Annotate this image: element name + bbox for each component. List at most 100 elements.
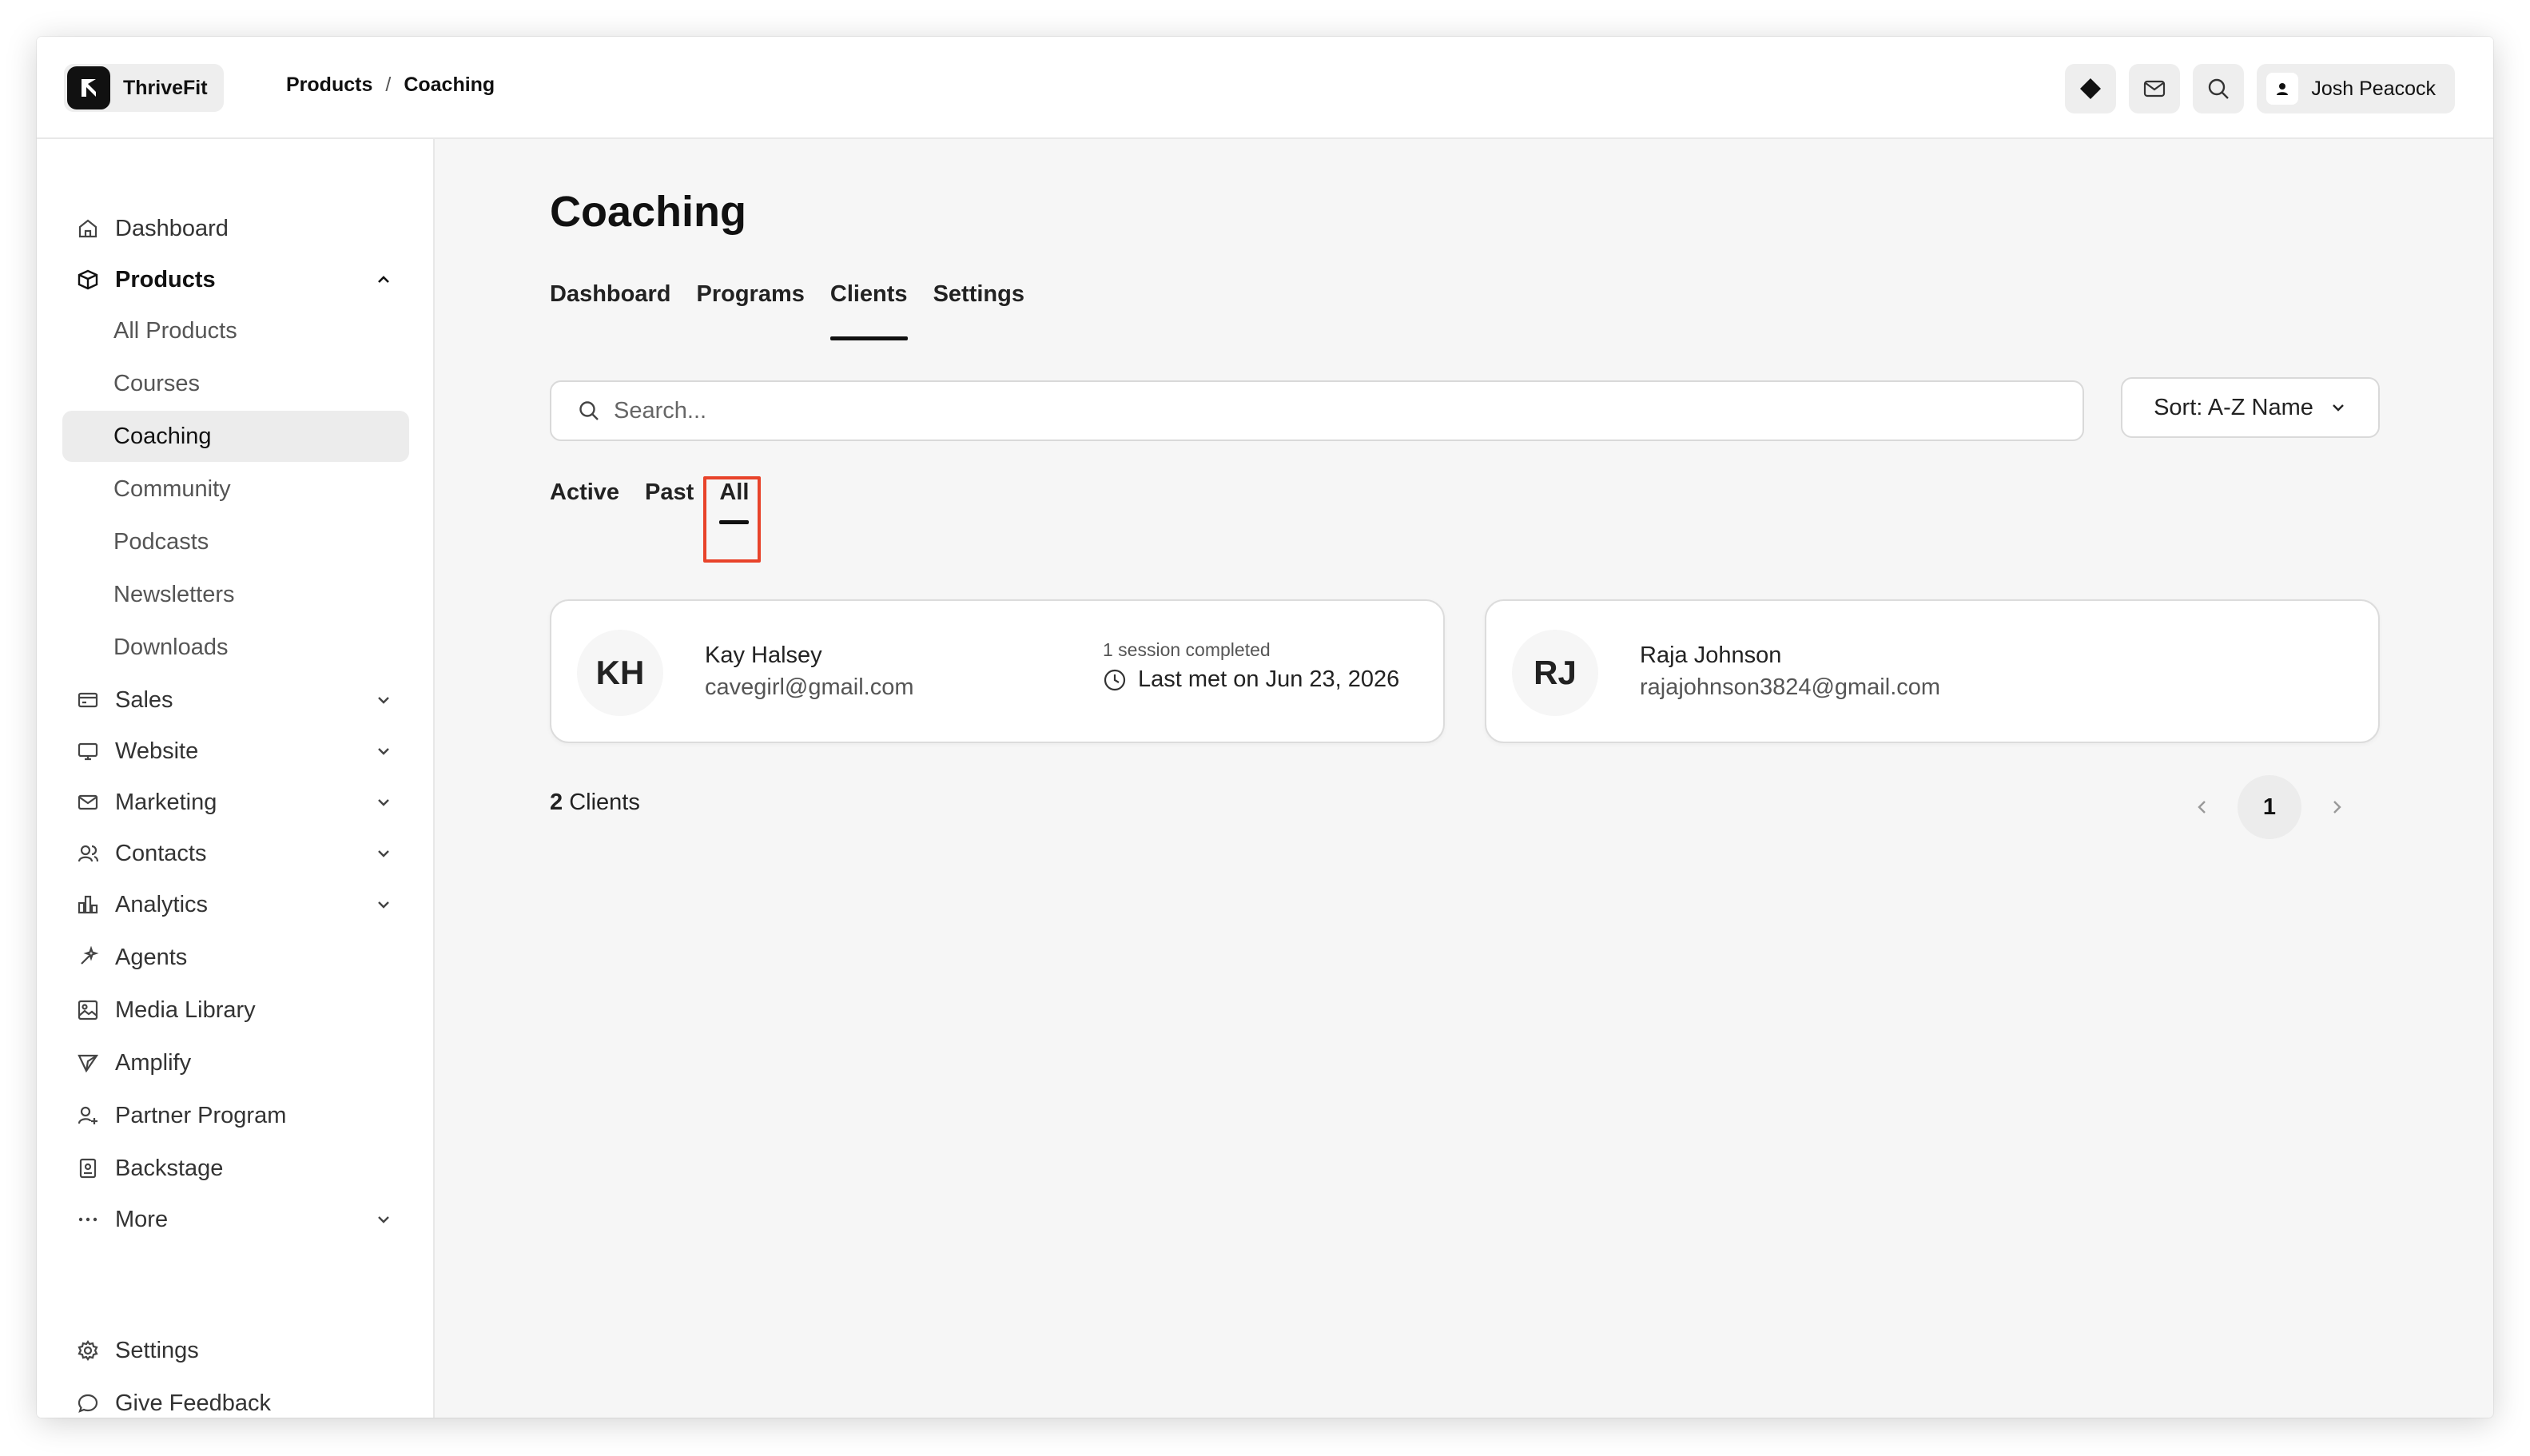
sidebar-item-label: More xyxy=(115,1206,169,1232)
sidebar-item-label: Give Feedback xyxy=(115,1390,272,1416)
client-email: rajajohnson3824@gmail.com xyxy=(1640,674,1941,700)
sidebar-item-settings[interactable]: Settings xyxy=(62,1327,409,1374)
top-bar: ThriveFit Products / Coaching Josh Peaco… xyxy=(37,37,2493,139)
client-card[interactable]: KH Kay Halsey cavegirl@gmail.com 1 sessi… xyxy=(550,599,1445,743)
filter-active[interactable]: Active xyxy=(550,479,619,535)
sidebar-item-sales[interactable]: Sales xyxy=(62,676,409,724)
chevron-down-icon xyxy=(2333,404,2344,412)
sort-dropdown[interactable]: Sort: A-Z Name xyxy=(2121,377,2380,438)
inbox-button[interactable] xyxy=(2129,64,2181,113)
chevron-down-icon xyxy=(371,1207,396,1232)
sidebar-sub-all-products[interactable]: All Products xyxy=(62,305,409,356)
client-name: Raja Johnson xyxy=(1640,642,1782,668)
chevron-down-icon xyxy=(371,687,396,713)
session-count: 1 session completed xyxy=(1103,639,1271,660)
client-name: Kay Halsey xyxy=(705,642,822,668)
credit-card-icon xyxy=(75,687,101,713)
sidebar-item-backstage[interactable]: Backstage xyxy=(62,1144,409,1192)
sidebar-item-contacts[interactable]: Contacts xyxy=(62,829,409,877)
sidebar-sub-newsletters[interactable]: Newsletters xyxy=(62,569,409,620)
sidebar-item-media-library[interactable]: Media Library xyxy=(62,986,409,1034)
page-number-button[interactable]: 1 xyxy=(2238,775,2301,839)
search-icon xyxy=(579,401,599,420)
diamond-icon xyxy=(2080,78,2102,99)
sidebar-sub-courses[interactable]: Courses xyxy=(62,358,409,409)
sidebar-sub-podcasts[interactable]: Podcasts xyxy=(62,516,409,567)
sidebar-item-products[interactable]: Products xyxy=(62,256,409,304)
logo-icon xyxy=(67,66,110,109)
highlight-box xyxy=(703,476,761,563)
tab-dashboard[interactable]: Dashboard xyxy=(550,281,670,340)
pagination: 1 xyxy=(2186,775,2353,839)
sidebar-item-label: Amplify xyxy=(115,1049,192,1076)
brand-switcher[interactable]: ThriveFit xyxy=(64,64,224,112)
tab-programs[interactable]: Programs xyxy=(696,281,804,340)
next-page-button[interactable] xyxy=(2321,791,2353,823)
client-card[interactable]: RJ Raja Johnson rajajohnson3824@gmail.co… xyxy=(1485,599,2380,743)
top-actions: Josh Peacock xyxy=(2065,64,2455,113)
sidebar-item-label: Backstage xyxy=(115,1155,224,1181)
search-input[interactable] xyxy=(614,397,1972,424)
sidebar-sub-community[interactable]: Community xyxy=(62,463,409,515)
brand-name: ThriveFit xyxy=(123,76,208,99)
app-window: ThriveFit Products / Coaching Josh Peaco… xyxy=(37,37,2493,1418)
chevron-down-icon xyxy=(371,738,396,764)
clock-icon xyxy=(1104,669,1126,690)
sidebar-item-label: Media Library xyxy=(115,997,256,1023)
sidebar-item-website[interactable]: Website xyxy=(62,727,409,775)
sort-label: Sort: A-Z Name xyxy=(2154,394,2313,420)
monitor-icon xyxy=(75,738,101,764)
mail-icon xyxy=(2144,80,2166,97)
prev-page-button[interactable] xyxy=(2186,791,2218,823)
sidebar-item-agents[interactable]: Agents xyxy=(62,933,409,981)
sidebar-item-more[interactable]: More xyxy=(62,1195,409,1243)
box-icon xyxy=(75,267,101,292)
sidebar-item-label: Dashboard xyxy=(115,215,229,241)
breadcrumb-products[interactable]: Products xyxy=(286,74,372,97)
avatar: RJ xyxy=(1512,630,1598,716)
sidebar-item-label: Marketing xyxy=(115,789,217,815)
tab-clients[interactable]: Clients xyxy=(829,281,908,340)
sidebar-item-label: Contacts xyxy=(115,840,207,866)
sidebar-item-marketing[interactable]: Marketing xyxy=(62,778,409,826)
sidebar-item-analytics[interactable]: Analytics xyxy=(62,881,409,929)
users-icon xyxy=(75,841,101,866)
sidebar-item-partner-program[interactable]: Partner Program xyxy=(62,1092,409,1140)
chat-icon xyxy=(75,1390,101,1416)
user-avatar-icon xyxy=(2266,73,2299,105)
user-menu-button[interactable]: Josh Peacock xyxy=(2257,64,2455,113)
send-icon xyxy=(75,1050,101,1076)
more-icon xyxy=(75,1207,101,1232)
last-met: Last met on Jun 23, 2026 xyxy=(1103,666,1399,693)
client-count-number: 2 xyxy=(550,790,563,815)
client-email: cavegirl@gmail.com xyxy=(705,674,914,700)
sidebar-item-dashboard[interactable]: Dashboard xyxy=(62,205,409,253)
user-name: Josh Peacock xyxy=(2311,77,2436,100)
breadcrumb-coaching[interactable]: Coaching xyxy=(404,74,495,97)
chevron-right-icon xyxy=(2333,801,2341,814)
sidebar-item-give-feedback[interactable]: Give Feedback xyxy=(62,1379,409,1418)
sidebar-item-label: Partner Program xyxy=(115,1102,287,1128)
sidebar-sub-coaching[interactable]: Coaching xyxy=(62,411,409,462)
tab-settings[interactable]: Settings xyxy=(933,281,1024,340)
filter-past[interactable]: Past xyxy=(645,479,694,535)
search-button[interactable] xyxy=(2193,64,2245,113)
bar-chart-icon xyxy=(75,892,101,917)
sidebar-item-amplify[interactable]: Amplify xyxy=(62,1039,409,1087)
client-count-label: Clients xyxy=(569,790,640,815)
breadcrumb: Products / Coaching xyxy=(286,74,495,97)
chevron-up-icon xyxy=(371,267,396,292)
diamond-button[interactable] xyxy=(2065,64,2117,113)
sidebar-sub-downloads[interactable]: Downloads xyxy=(62,622,409,673)
gear-icon xyxy=(75,1338,101,1363)
client-search xyxy=(550,380,2084,441)
chevron-down-icon xyxy=(371,841,396,866)
user-plus-icon xyxy=(75,1103,101,1128)
mail-icon xyxy=(75,790,101,815)
sidebar-item-label: Settings xyxy=(115,1337,199,1363)
chevron-left-icon xyxy=(2198,801,2206,814)
sidebar-item-label: Sales xyxy=(115,686,173,713)
sidebar-item-label: Agents xyxy=(115,944,188,970)
search-icon xyxy=(2209,78,2230,99)
breadcrumb-separator: / xyxy=(385,74,392,96)
